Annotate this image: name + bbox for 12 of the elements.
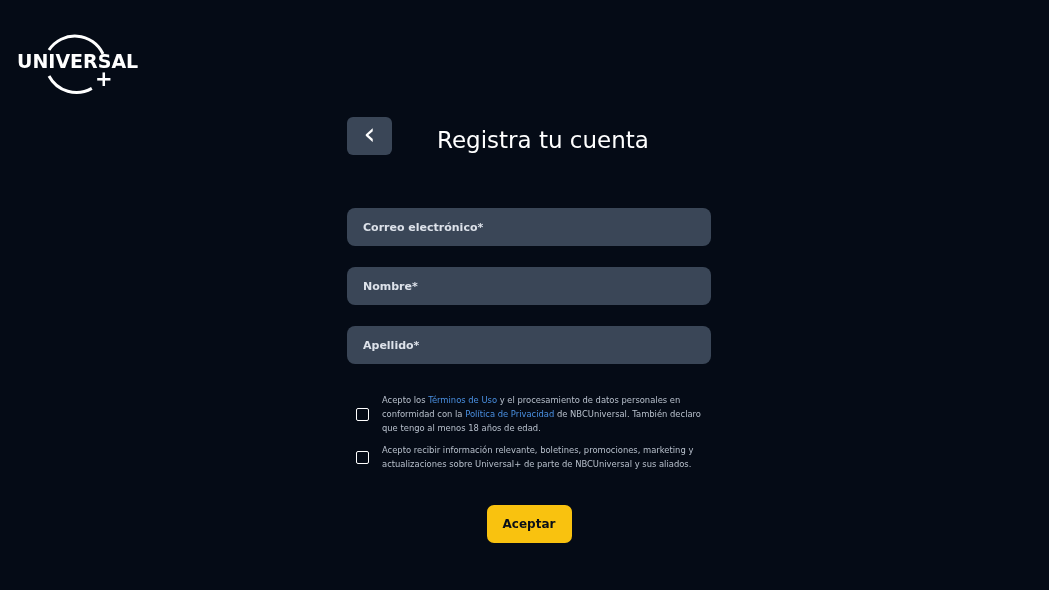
policy-link[interactable]: Política de Privacidad (465, 409, 555, 419)
consent-text: Acepto los Términos de Uso y el procesamiento de datos personales en conformidad con la Política de Privacidad de NBCUniversal. También declaro que tengo al menos 18 años de edad. (382, 394, 702, 435)
checkbox[interactable] (356, 450, 369, 464)
text-field[interactable]: Correo electrónico* (347, 208, 711, 246)
consent-text: Acepto recibir información relevante, boletines, promociones, marketing y actualizaciones sobre Universal+ de parte de NBCUniversal y sus aliados. (382, 444, 695, 471)
page-title: Registra tu cuenta (437, 127, 649, 153)
text-field[interactable]: Apellido* (347, 326, 711, 364)
policy-link[interactable]: Términos de Uso (428, 395, 498, 405)
text-field[interactable]: Nombre* (347, 267, 711, 305)
accept-button[interactable]: Aceptar (486, 505, 572, 543)
checkbox[interactable] (356, 407, 369, 421)
back-button[interactable]: ‹ (347, 117, 392, 155)
